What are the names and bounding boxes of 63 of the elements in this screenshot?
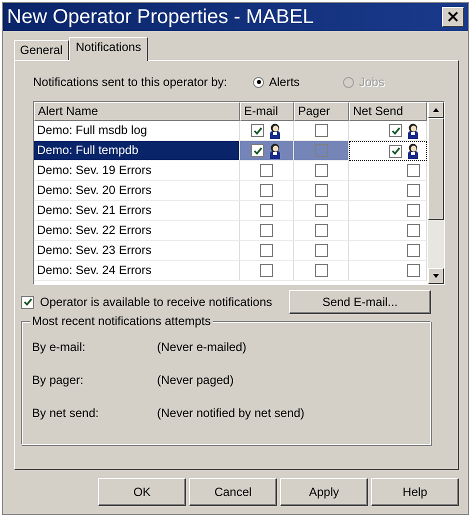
person-icon (268, 142, 282, 158)
checkbox[interactable] (314, 184, 328, 197)
column-header[interactable]: Net Send (349, 102, 427, 121)
checkbox[interactable] (251, 124, 264, 137)
window-title: New Operator Properties - MABEL (7, 6, 314, 28)
close-button[interactable]: × (442, 7, 464, 27)
checkbox[interactable] (251, 144, 264, 157)
person-icon (268, 122, 282, 138)
checkbox[interactable] (389, 144, 402, 158)
checkbox[interactable] (407, 204, 420, 217)
field-label: By e-mail: (32, 340, 86, 354)
checkbox[interactable] (260, 184, 273, 197)
table-cell[interactable]: Demo: Sev. 24 Errors (34, 261, 240, 281)
checkbox[interactable] (407, 224, 420, 237)
tab[interactable]: Notifications (68, 37, 148, 61)
checkbox[interactable] (260, 244, 273, 257)
checkbox[interactable] (260, 264, 273, 277)
column-header[interactable]: Alert Name (34, 102, 240, 121)
field-label: By net send: (32, 406, 100, 420)
group-title: Most recent notifications attempts (30, 314, 213, 328)
table-cell[interactable]: Demo: Full tempdb (34, 141, 240, 161)
field-value: (Never e-mailed) (157, 340, 246, 354)
scroll-down-button[interactable] (428, 268, 444, 284)
checkbox[interactable] (407, 184, 420, 197)
field-value: (Never paged) (157, 372, 234, 386)
table-cell[interactable]: Demo: Sev. 23 Errors (34, 241, 240, 261)
person-icon (406, 143, 420, 159)
checkbox[interactable] (407, 164, 420, 177)
focused-cell[interactable] (349, 141, 427, 161)
table-cell[interactable]: Demo: Sev. 21 Errors (34, 201, 240, 221)
checkbox[interactable] (407, 264, 420, 277)
table-cell[interactable]: Demo: Sev. 22 Errors (34, 221, 240, 241)
scroll-thumb[interactable] (428, 118, 444, 220)
checkbox[interactable] (314, 224, 328, 237)
column-header[interactable]: Pager (294, 102, 349, 121)
radio-button[interactable]: Alerts (253, 75, 343, 89)
table-cell[interactable]: Demo: Sev. 20 Errors (34, 181, 240, 201)
field-value: (Never notified by net send) (157, 406, 304, 420)
checkbox[interactable] (314, 164, 328, 177)
field-label: By pager: (32, 372, 84, 386)
field-label: Notifications sent to this operator by: (33, 75, 228, 89)
checkbox[interactable] (260, 224, 273, 237)
scrollbar[interactable] (428, 102, 444, 284)
checkbox[interactable] (407, 244, 420, 257)
checkbox[interactable] (314, 264, 328, 277)
dialog-button[interactable]: Help (371, 478, 459, 506)
checkbox[interactable] (260, 164, 273, 177)
dialog-button[interactable]: OK (98, 478, 186, 506)
checkbox[interactable] (314, 144, 328, 157)
column-header[interactable]: E-mail (240, 102, 294, 121)
send-email-button[interactable]: Send E-mail... (289, 290, 431, 314)
checkbox[interactable] (314, 244, 328, 257)
dialog-button[interactable]: Apply (280, 478, 368, 506)
checkbox[interactable] (314, 124, 328, 137)
checkbox[interactable] (260, 204, 273, 217)
checkbox[interactable] (21, 296, 34, 308)
scroll-up-button[interactable] (428, 102, 444, 118)
checkbox[interactable] (389, 124, 402, 137)
checkbox[interactable] (314, 204, 328, 217)
checkbox-label: Operator is available to receive notifications (40, 295, 272, 309)
table-cell[interactable]: Demo: Sev. 19 Errors (34, 161, 240, 181)
person-icon (406, 122, 420, 138)
dialog-button[interactable]: Cancel (189, 478, 277, 506)
